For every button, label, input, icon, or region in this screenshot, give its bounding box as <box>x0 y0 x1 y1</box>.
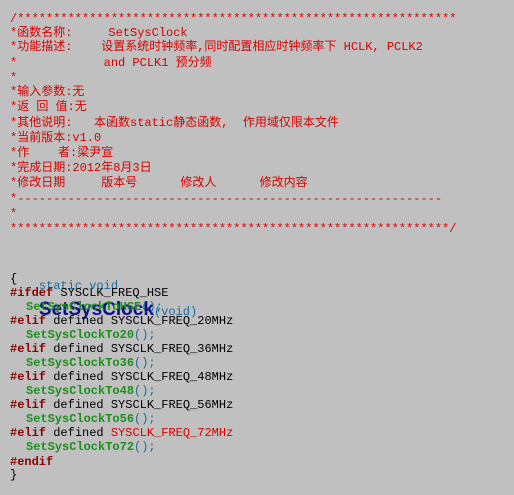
comment-description: *功能描述: 设置系统时钟频率,同时配置相应时钟频率下 HCLK, PCLK2 <box>10 40 423 54</box>
comment-separator: *---------------------------------------… <box>10 192 443 206</box>
macro-name: SYSCLK_FREQ_HSE <box>60 286 169 300</box>
preprocessor-branch: #elif defined SYSCLK_FREQ_36MHz <box>10 342 233 356</box>
directive: #elif <box>10 370 47 384</box>
directive: #elif <box>10 426 47 440</box>
code-editor[interactable]: /***************************************… <box>0 0 514 495</box>
function-call-line: SetSysClockToHSE(); <box>26 300 163 314</box>
macro-name: SYSCLK_FREQ_48MHz <box>110 370 234 384</box>
defined-keyword: defined <box>53 398 104 412</box>
macro-name: SYSCLK_FREQ_56MHz <box>110 398 234 412</box>
function-call-line: SetSysClockTo72(); <box>26 440 156 454</box>
function-call-line: SetSysClockTo56(); <box>26 412 156 426</box>
function-call-line: SetSysClockTo20(); <box>26 328 156 342</box>
directive: #elif <box>10 398 47 412</box>
function-call[interactable]: SetSysClockTo20 <box>26 328 134 342</box>
endif-directive: #endif <box>10 455 54 469</box>
function-call[interactable]: SetSysClockTo48 <box>26 384 134 398</box>
function-call[interactable]: SetSysClockTo72 <box>26 440 134 454</box>
preprocessor-branch: #elif defined SYSCLK_FREQ_56MHz <box>10 398 233 412</box>
directive: #elif <box>10 342 47 356</box>
directive: #elif <box>10 314 47 328</box>
comment-revision-header: *修改日期 版本号 修改人 修改内容 <box>10 176 308 190</box>
function-call-line: SetSysClockTo36(); <box>26 356 156 370</box>
macro-name: SYSCLK_FREQ_72MHz <box>110 426 234 440</box>
defined-keyword: defined <box>53 370 104 384</box>
comment-description-cont: * and PCLK1 预分频 <box>10 56 212 70</box>
preprocessor-branch: #ifdef SYSCLK_FREQ_HSE <box>10 286 168 300</box>
comment-completion-date: *完成日期:2012年8月3日 <box>10 161 152 175</box>
function-call[interactable]: SetSysClockTo36 <box>26 356 134 370</box>
comment-author: *作 者:梁尹宣 <box>10 146 114 160</box>
open-brace: { <box>10 272 18 286</box>
comment-function-name: *函数名称: SetSysClock <box>10 26 188 40</box>
call-parens: (); <box>134 412 156 426</box>
function-call[interactable]: SetSysClockTo56 <box>26 412 134 426</box>
comment-version: *当前版本:v1.0 <box>10 131 102 145</box>
close-brace: } <box>10 468 18 482</box>
comment-bottom-border: ****************************************… <box>10 222 457 236</box>
defined-keyword: defined <box>53 314 104 328</box>
comment-return-value: *返 回 值:无 <box>10 100 87 114</box>
preprocessor-branch: #elif defined SYSCLK_FREQ_20MHz <box>10 314 233 328</box>
preprocessor-branch: #elif defined SYSCLK_FREQ_48MHz <box>10 370 233 384</box>
preprocessor-branch: #elif defined SYSCLK_FREQ_72MHz <box>10 426 233 440</box>
comment-input-params: *输入参数:无 <box>10 85 85 99</box>
macro-name: SYSCLK_FREQ_20MHz <box>110 314 234 328</box>
call-parens: (); <box>134 356 156 370</box>
defined-keyword: defined <box>53 342 104 356</box>
defined-keyword: defined <box>53 426 104 440</box>
call-parens: (); <box>134 328 156 342</box>
function-call[interactable]: SetSysClockToHSE <box>26 300 141 314</box>
comment-blank-2: * <box>10 207 18 221</box>
directive: #ifdef <box>10 286 54 300</box>
call-parens: (); <box>141 300 163 314</box>
function-call-line: SetSysClockTo48(); <box>26 384 156 398</box>
call-parens: (); <box>134 440 156 454</box>
comment-top-border: /***************************************… <box>10 12 457 26</box>
comment-other-notes: *其他说明: 本函数static静态函数, 作用域仅限本文件 <box>10 116 339 130</box>
comment-blank: * <box>10 71 18 85</box>
macro-name: SYSCLK_FREQ_36MHz <box>110 342 234 356</box>
call-parens: (); <box>134 384 156 398</box>
function-signature: static void SetSysClock(void) <box>10 250 197 320</box>
